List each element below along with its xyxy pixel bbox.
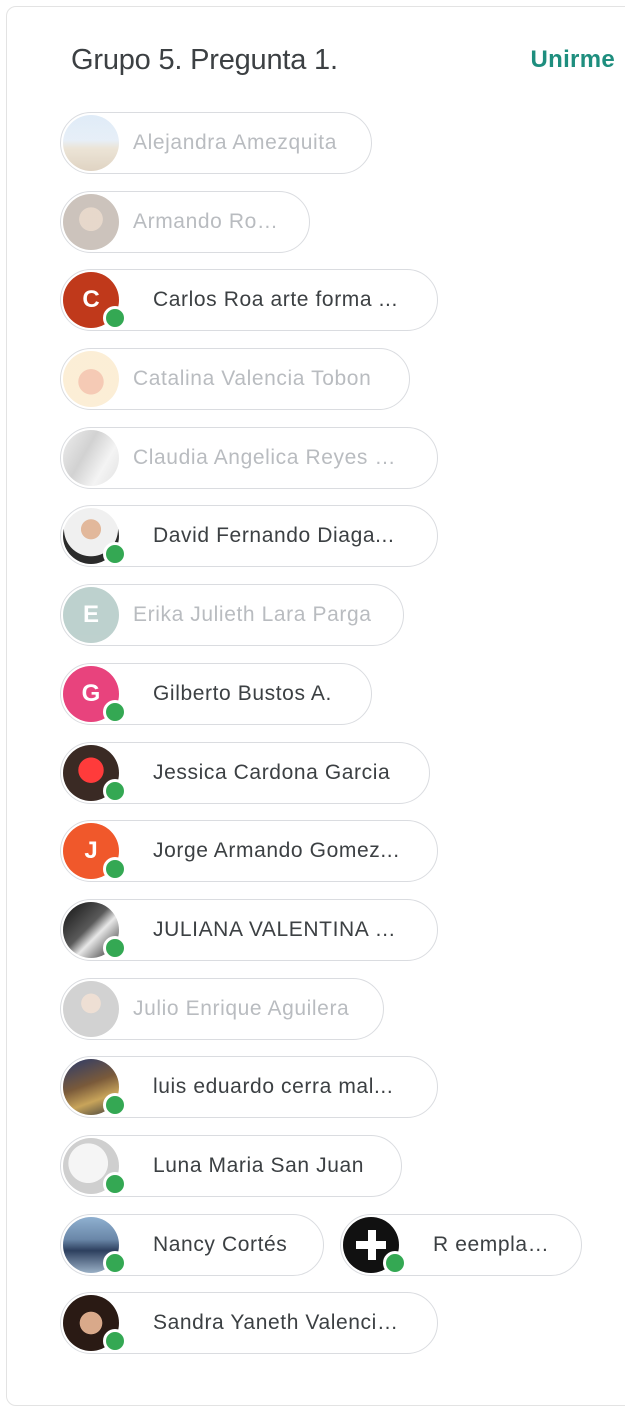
member-chip-david-diaga[interactable]: David Fernando Diaga...: [60, 505, 438, 568]
join-button[interactable]: Unirme: [531, 40, 616, 80]
avatar-initial: J: [84, 837, 98, 865]
member-row: J Jorge Armando Gomez...: [60, 820, 600, 884]
online-status-dot: [103, 1093, 127, 1118]
member-chip-carlos-roa[interactable]: C Carlos Roa arte forma ...: [60, 269, 438, 332]
group-header: Grupo 5. Pregunta 1. Unirme: [71, 40, 615, 80]
group-title: Grupo 5. Pregunta 1.: [71, 44, 338, 76]
member-name: Nancy Cortés: [153, 1232, 288, 1256]
online-status-dot: [103, 1250, 127, 1275]
member-row: Alejandra Amezquita: [60, 112, 600, 176]
member-chip-luis-cerra[interactable]: luis eduardo cerra mal...: [60, 1056, 438, 1119]
member-row: Claudia Angelica Reyes S...: [60, 426, 600, 491]
member-name: Luna Maria San Juan: [153, 1153, 365, 1177]
avatar: [63, 115, 119, 171]
member-name: Sandra Yaneth Valencia...: [153, 1311, 407, 1335]
member-name: Catalina Valencia Tobon: [133, 367, 372, 391]
member-name: luis eduardo cerra mal...: [153, 1075, 394, 1099]
online-status-dot: [103, 306, 127, 331]
member-list: Alejandra Amezquita Armando Rozo C Carlo…: [60, 112, 600, 1371]
member-chip-jorge-gomez[interactable]: J Jorge Armando Gomez...: [60, 820, 438, 883]
member-row: Armando Rozo: [60, 190, 600, 255]
member-name: Carlos Roa arte forma ...: [153, 288, 398, 312]
member-chip-sandra-valencia[interactable]: Sandra Yaneth Valencia...: [60, 1292, 438, 1355]
avatar: [63, 351, 119, 408]
avatar: [63, 193, 119, 250]
member-name: Gilberto Bustos A.: [153, 681, 332, 705]
member-row: JULIANA VALENTINA D...: [60, 898, 600, 963]
online-status-dot: [103, 1171, 127, 1196]
member-chip-gilberto-bustos[interactable]: G Gilberto Bustos A.: [60, 662, 372, 725]
member-chip-juliana-valentina[interactable]: JULIANA VALENTINA D...: [60, 898, 438, 961]
member-name: David Fernando Diaga...: [153, 524, 395, 548]
avatar-initial: G: [81, 679, 101, 707]
member-name: Armando Rozo: [133, 209, 279, 233]
member-chip-armando-rozo[interactable]: Armando Rozo: [60, 190, 310, 253]
member-chip-nancy-cortes[interactable]: Nancy Cortés: [60, 1213, 324, 1276]
member-row: Julio Enrique Aguilera: [60, 977, 600, 1042]
member-chip-reemplazo[interactable]: R eemplaz0: [340, 1213, 582, 1276]
member-row: Nancy Cortés R eemplaz0: [60, 1213, 600, 1278]
avatar-initial: C: [82, 286, 100, 314]
member-row: Luna Maria San Juan: [60, 1134, 600, 1199]
member-chip-luna-san-juan[interactable]: Luna Maria San Juan: [60, 1134, 402, 1197]
avatar: [63, 980, 119, 1037]
member-row: G Gilberto Bustos A.: [60, 662, 600, 727]
member-name: Julio Enrique Aguilera: [133, 996, 350, 1020]
member-row: Jessica Cardona Garcia: [60, 741, 600, 806]
avatar-initial: E: [82, 601, 99, 629]
member-name: Erika Julieth Lara Parga: [133, 603, 372, 627]
member-chip-catalina-valencia[interactable]: Catalina Valencia Tobon: [60, 348, 410, 411]
online-status-dot: [383, 1250, 407, 1275]
member-row: luis eduardo cerra mal...: [60, 1056, 600, 1120]
online-status-dot: [103, 542, 127, 567]
member-row: C Carlos Roa arte forma ...: [60, 269, 600, 333]
member-row: Sandra Yaneth Valencia...: [60, 1292, 600, 1356]
online-status-dot: [103, 778, 127, 803]
online-status-dot: [103, 857, 127, 882]
member-name: R eemplaz0: [433, 1232, 551, 1256]
member-name: Jessica Cardona Garcia: [153, 760, 391, 784]
member-chip-erika-lara[interactable]: E Erika Julieth Lara Parga: [60, 584, 404, 647]
member-chip-julio-aguilera[interactable]: Julio Enrique Aguilera: [60, 977, 384, 1040]
member-name: Jorge Armando Gomez...: [153, 839, 400, 863]
online-status-dot: [103, 699, 127, 724]
online-status-dot: [103, 1329, 127, 1354]
avatar: E: [63, 587, 119, 644]
avatar: [63, 429, 119, 486]
member-row: Catalina Valencia Tobon: [60, 348, 600, 412]
member-row: E Erika Julieth Lara Parga: [60, 584, 600, 648]
member-row: David Fernando Diaga...: [60, 505, 600, 569]
member-name: JULIANA VALENTINA D...: [153, 917, 407, 941]
member-chip-jessica-cardona[interactable]: Jessica Cardona Garcia: [60, 741, 430, 804]
member-name: Claudia Angelica Reyes S...: [133, 445, 407, 469]
member-chip-claudia-reyes[interactable]: Claudia Angelica Reyes S...: [60, 426, 438, 489]
member-chip-alejandra-amezquita[interactable]: Alejandra Amezquita: [60, 112, 372, 174]
member-name: Alejandra Amezquita: [133, 131, 338, 154]
online-status-dot: [103, 935, 127, 960]
